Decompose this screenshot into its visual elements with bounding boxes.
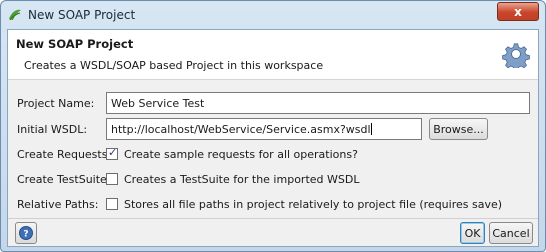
dialog-header: New SOAP Project Creates a WSDL/SOAP bas…	[8, 30, 538, 80]
project-name-row: Project Name: Web Service Test	[8, 92, 538, 114]
create-requests-checkbox[interactable]: ✓	[106, 146, 118, 160]
initial-wsdl-row: Initial WSDL: http://localhost/WebServic…	[8, 118, 538, 140]
initial-wsdl-label: Initial WSDL:	[17, 122, 88, 136]
create-testsuite-row: Create TestSuite: Creates a TestSuite fo…	[8, 168, 538, 190]
gear-icon	[502, 43, 530, 68]
project-name-input[interactable]: Web Service Test	[106, 92, 530, 114]
relative-paths-label: Relative Paths:	[17, 197, 99, 211]
project-name-label: Project Name:	[17, 96, 95, 110]
soapui-icon	[9, 9, 21, 21]
window-title: New SOAP Project	[28, 8, 136, 22]
svg-text:?: ?	[23, 230, 28, 240]
title-bar[interactable]: New SOAP Project x	[1, 1, 545, 29]
initial-wsdl-input[interactable]: http://localhost/WebService/Service.asmx…	[106, 118, 422, 140]
create-testsuite-label: Create TestSuite:	[17, 172, 111, 186]
ok-button[interactable]: OK	[460, 222, 485, 244]
relative-paths-text: Stores all file paths in project relativ…	[124, 197, 503, 211]
dialog-body: New SOAP Project Creates a WSDL/SOAP bas…	[7, 29, 539, 247]
text-caret	[370, 123, 372, 135]
header-title: New SOAP Project	[16, 37, 134, 51]
help-icon: ?	[19, 226, 33, 240]
initial-wsdl-value: http://localhost/WebService/Service.asmx…	[111, 123, 371, 136]
relative-paths-checkbox[interactable]	[106, 198, 118, 210]
relative-paths-row: Relative Paths: Stores all file paths in…	[8, 193, 538, 215]
dialog-window: New SOAP Project x New SOAP Project Crea…	[0, 0, 546, 252]
cancel-button[interactable]: Cancel	[489, 222, 533, 244]
browse-button[interactable]: Browse...	[429, 118, 488, 140]
create-testsuite-checkbox[interactable]	[106, 173, 118, 185]
help-button[interactable]: ?	[15, 222, 37, 244]
create-testsuite-text: Creates a TestSuite for the imported WSD…	[124, 172, 360, 186]
create-requests-row: Create Requests: ✓ Create sample request…	[8, 143, 538, 165]
project-name-value: Web Service Test	[111, 97, 205, 110]
close-icon: x	[514, 4, 522, 19]
create-requests-label: Create Requests:	[17, 147, 112, 161]
checkmark-icon: ✓	[108, 146, 118, 159]
create-requests-text: Create sample requests for all operation…	[124, 147, 358, 161]
close-button[interactable]: x	[497, 2, 539, 21]
header-description: Creates a WSDL/SOAP based Project in thi…	[24, 59, 324, 72]
dialog-footer: ? OK Cancel	[8, 218, 538, 246]
